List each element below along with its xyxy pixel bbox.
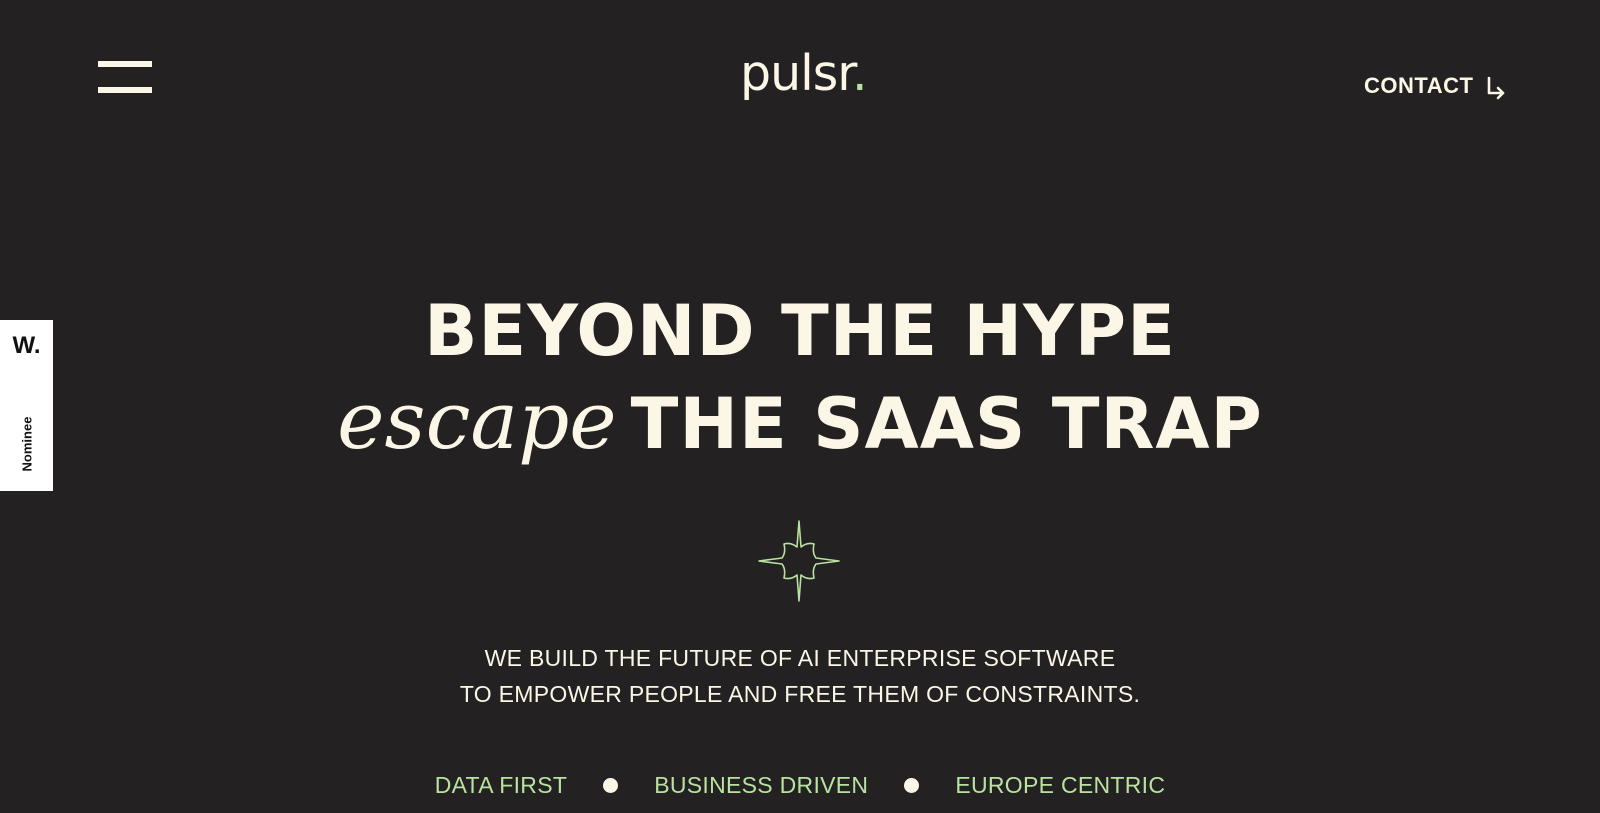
logo[interactable]: pulsr.	[740, 44, 868, 104]
headline-line-2-rest: THE SAAS TRAP	[630, 383, 1263, 465]
value-item: DATA FIRST	[434, 772, 568, 798]
tagline-line-1: WE BUILD THE FUTURE OF AI ENTERPRISE SOF…	[484, 645, 1116, 671]
tagline-line-2: TO EMPOWER PEOPLE AND FREE THEM OF CONST…	[459, 681, 1141, 707]
value-item: BUSINESS DRIVEN	[654, 772, 869, 798]
headline-italic-word: escape	[337, 374, 617, 467]
contact-label: CONTACT	[1364, 73, 1474, 98]
arrow-down-right-icon	[1488, 76, 1505, 100]
page: pulsr. CONTACT W. Nominee BEYOND THE HYP…	[0, 0, 1600, 813]
values-row: DATA FIRST BUSINESS DRIVEN EUROPE CENTRI…	[0, 772, 1600, 799]
tagline: WE BUILD THE FUTURE OF AI ENTERPRISE SOF…	[0, 640, 1600, 712]
menu-bar-bottom	[98, 87, 152, 93]
logo-dot: .	[851, 45, 868, 102]
headline-line-1: BEYOND THE HYPE	[424, 290, 1176, 372]
value-item: EUROPE CENTRIC	[955, 772, 1166, 798]
hamburger-menu-icon[interactable]	[98, 61, 152, 97]
logo-text: pulsr	[740, 45, 853, 102]
sparkle-star-icon	[758, 520, 840, 602]
headline-line-2: escape THE SAAS TRAP	[0, 376, 1600, 469]
bullet-separator	[904, 778, 920, 793]
menu-bar-top	[98, 61, 152, 67]
contact-link[interactable]: CONTACT	[1364, 72, 1507, 100]
hero-headline: BEYOND THE HYPE escape THE SAAS TRAP	[0, 286, 1600, 469]
bullet-separator	[603, 778, 619, 793]
